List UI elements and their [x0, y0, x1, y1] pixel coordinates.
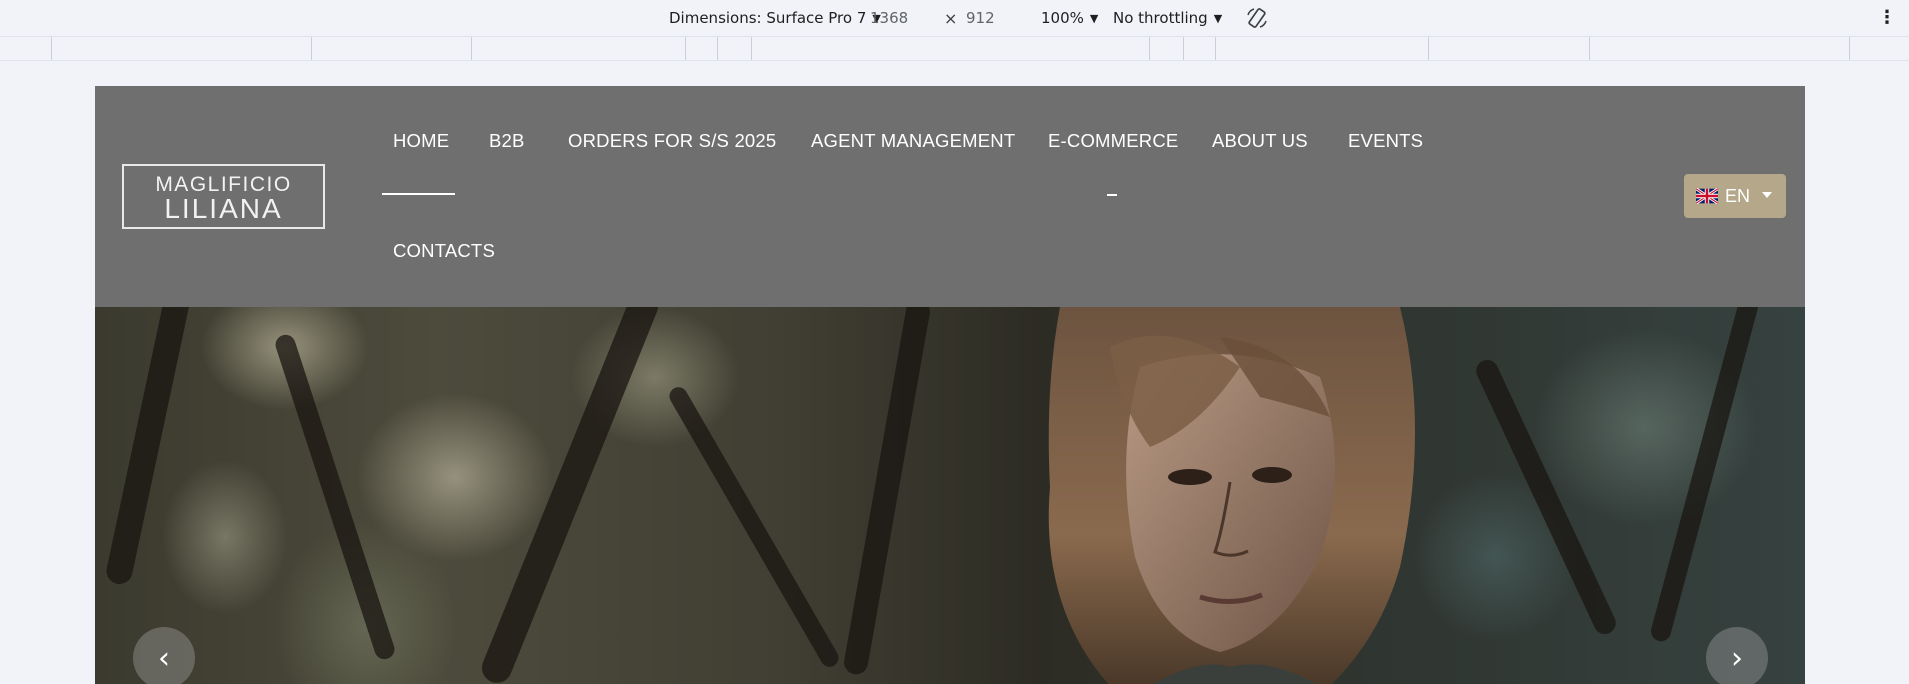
background-branch: [666, 383, 842, 671]
emulated-viewport: MAGLIFICIO LILIANA HOME B2B ORDERS FOR S…: [0, 61, 1909, 684]
devtools-device-toolbar: Dimensions: Surface Pro 7 ▼ 1368 × 912 1…: [0, 0, 1909, 36]
chevron-down-icon: [1762, 192, 1773, 198]
nav-orders[interactable]: ORDERS FOR S/S 2025: [568, 130, 776, 152]
device-height-input[interactable]: 912: [966, 0, 995, 36]
background-branch: [477, 307, 663, 684]
chevron-right-icon: ›: [1731, 640, 1743, 676]
site-header: MAGLIFICIO LILIANA HOME B2B ORDERS FOR S…: [95, 86, 1805, 307]
logo-line-2: LILIANA: [164, 193, 283, 224]
nav-about-us[interactable]: ABOUT US: [1212, 130, 1308, 152]
device-width-input[interactable]: 1368: [870, 0, 908, 36]
chevron-down-icon: ▼: [1089, 11, 1099, 25]
times-icon: ×: [944, 8, 958, 28]
media-query-ruler: [0, 36, 1909, 61]
nav-active-indicator: [382, 193, 455, 195]
rotate-icon-graphic: [1247, 8, 1267, 28]
nav-events[interactable]: EVENTS: [1348, 130, 1423, 152]
nav-b2b[interactable]: B2B: [489, 130, 525, 152]
device-height-value: 912: [966, 9, 995, 27]
chevron-left-icon: ‹: [158, 640, 170, 676]
uk-flag-icon: [1696, 188, 1718, 204]
device-width-value: 1368: [870, 9, 909, 27]
background-branch: [1472, 356, 1620, 638]
slider-next-button[interactable]: ›: [1706, 627, 1768, 684]
nav-agent-management[interactable]: AGENT MANAGEMENT: [811, 130, 1015, 152]
nav-e-commerce[interactable]: E-COMMERCE: [1048, 130, 1178, 152]
zoom-dropdown[interactable]: 100% ▼: [1041, 0, 1098, 36]
throttling-label: No throttling: [1113, 9, 1208, 27]
device-dimensions-dropdown[interactable]: Dimensions: Surface Pro 7 ▼: [669, 0, 881, 36]
more-options-icon[interactable]: ⋮: [1878, 0, 1896, 36]
website: MAGLIFICIO LILIANA HOME B2B ORDERS FOR S…: [95, 86, 1805, 684]
background-branch: [104, 307, 192, 587]
background-branch: [842, 307, 932, 677]
model-portrait: [1048, 307, 1415, 684]
device-dimensions-label: Dimensions: Surface Pro 7: [669, 9, 867, 27]
nav-indicator-mark: [1107, 194, 1117, 196]
throttling-dropdown[interactable]: No throttling ▼: [1113, 0, 1222, 36]
zoom-label: 100%: [1041, 9, 1084, 27]
background-branch: [1648, 307, 1762, 644]
background-branch: [272, 332, 398, 662]
hero-slider: ‹ ›: [95, 307, 1805, 684]
nav-contacts[interactable]: CONTACTS: [393, 240, 495, 262]
slider-prev-button[interactable]: ‹: [133, 627, 195, 684]
rotate-icon[interactable]: [1245, 0, 1269, 36]
nav-home[interactable]: HOME: [393, 130, 449, 152]
language-label: EN: [1725, 185, 1751, 206]
site-logo[interactable]: MAGLIFICIO LILIANA: [122, 164, 325, 229]
chevron-down-icon: ▼: [1213, 11, 1223, 25]
language-selector[interactable]: EN: [1684, 174, 1786, 218]
